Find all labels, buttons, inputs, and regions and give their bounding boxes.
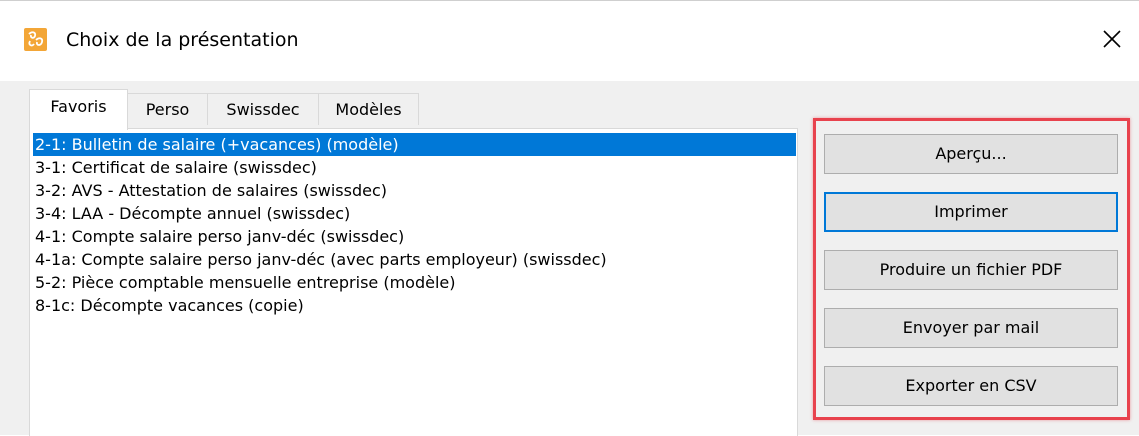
envoyer-mail-button[interactable]: Envoyer par mail xyxy=(824,308,1118,348)
produire-pdf-button[interactable]: Produire un fichier PDF xyxy=(824,250,1118,290)
banana-app-icon xyxy=(24,28,47,51)
list-item[interactable]: 5-2: Pièce comptable mensuelle entrepris… xyxy=(33,271,796,294)
title-bar: Choix de la présentation xyxy=(0,1,1139,81)
list-item[interactable]: 3-1: Certificat de salaire (swissdec) xyxy=(33,156,796,179)
tab-favoris[interactable]: Favoris xyxy=(29,89,128,130)
list-item[interactable]: 4-1: Compte salaire perso janv-déc (swis… xyxy=(33,225,796,248)
dialog-window: Choix de la présentation Favoris Perso S… xyxy=(0,0,1139,436)
list-item[interactable]: 8-1c: Décompte vacances (copie) xyxy=(33,294,796,317)
list-item[interactable]: 3-4: LAA - Décompte annuel (swissdec) xyxy=(33,202,796,225)
tab-modeles[interactable]: Modèles xyxy=(318,93,419,125)
window-title: Choix de la présentation xyxy=(66,29,299,51)
close-icon[interactable] xyxy=(1094,21,1130,57)
list-item[interactable]: 2-1: Bulletin de salaire (+vacances) (mo… xyxy=(33,133,796,156)
list-item[interactable]: 3-2: AVS - Attestation de salaires (swis… xyxy=(33,179,796,202)
presentation-list-panel: 2-1: Bulletin de salaire (+vacances) (mo… xyxy=(29,128,798,436)
imprimer-button[interactable]: Imprimer xyxy=(824,192,1118,232)
tab-swissdec[interactable]: Swissdec xyxy=(207,93,319,125)
tab-perso[interactable]: Perso xyxy=(127,93,208,125)
presentation-list[interactable]: 2-1: Bulletin de salaire (+vacances) (mo… xyxy=(33,133,796,317)
list-item[interactable]: 4-1a: Compte salaire perso janv-déc (ave… xyxy=(33,248,796,271)
apercu-button[interactable]: Aperçu... xyxy=(824,134,1118,174)
exporter-csv-button[interactable]: Exporter en CSV xyxy=(824,366,1118,406)
